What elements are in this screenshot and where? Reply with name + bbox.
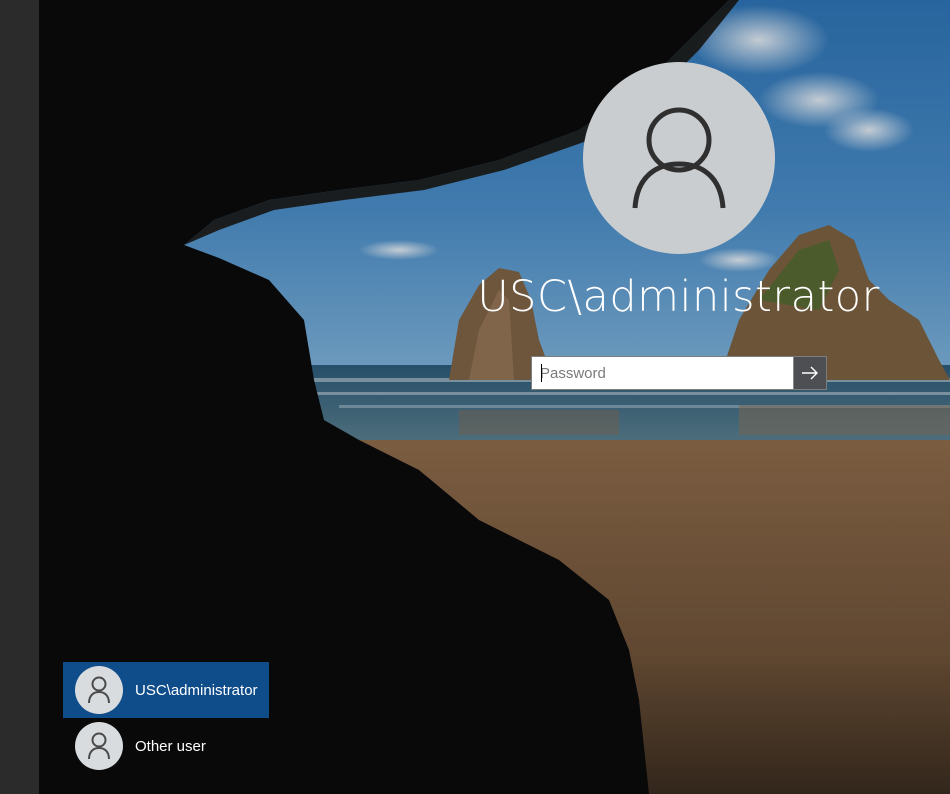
user-switcher-list: USC\administrator Other user [63, 662, 269, 774]
display-username: USC\administrator [477, 272, 880, 322]
text-caret [541, 364, 542, 382]
user-tile-label: USC\administrator [135, 681, 258, 699]
user-silhouette-icon [632, 107, 726, 209]
user-silhouette-icon [88, 676, 110, 704]
user-silhouette-icon [88, 732, 110, 760]
password-box [531, 356, 827, 390]
arrow-right-icon [802, 366, 818, 380]
left-edge-panel [0, 0, 39, 794]
user-tile-administrator[interactable]: USC\administrator [63, 662, 269, 718]
user-tile-other-user[interactable]: Other user [63, 718, 269, 774]
user-avatar [583, 62, 775, 254]
user-avatar-small [75, 666, 123, 714]
user-tile-label: Other user [135, 737, 206, 755]
user-avatar-small [75, 722, 123, 770]
password-input[interactable] [532, 357, 794, 389]
submit-button[interactable] [793, 357, 826, 389]
